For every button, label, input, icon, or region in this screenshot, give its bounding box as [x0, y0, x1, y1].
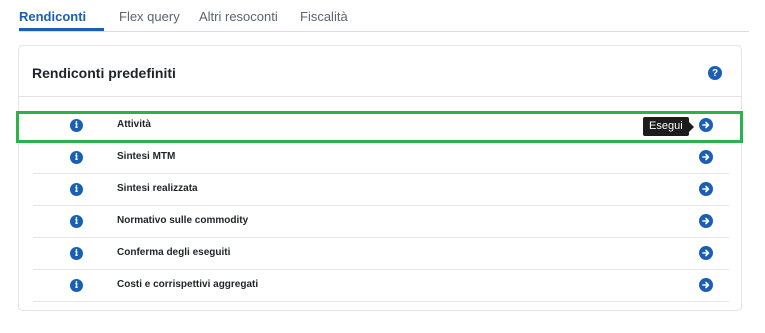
tab-flex-query[interactable]: Flex query [119, 9, 180, 24]
info-icon[interactable]: i [70, 151, 83, 164]
run-tooltip: Esegui [643, 117, 694, 136]
tab-altri-resoconti[interactable]: Altri resoconti [199, 9, 278, 24]
run-arrow-icon[interactable] [699, 182, 713, 196]
help-icon[interactable]: ? [708, 66, 722, 80]
info-icon[interactable]: i [70, 215, 83, 228]
run-arrow-icon[interactable] [699, 278, 713, 292]
statement-label: Costi e corrispettivi aggregati [117, 279, 259, 290]
active-tab-indicator [19, 28, 104, 31]
statement-label: Normativo sulle commodity [117, 215, 249, 226]
card-title: Rendiconti predefiniti [32, 65, 176, 81]
tab-bar: Rendiconti Flex query Altri resoconti Fi… [19, 0, 749, 32]
tab-fiscalita[interactable]: Fiscalità [300, 9, 348, 24]
row-highlight [16, 111, 743, 143]
run-arrow-icon[interactable] [699, 150, 713, 164]
info-icon[interactable]: i [70, 279, 83, 292]
list-item: i Sintesi realizzata [33, 174, 729, 206]
list-item: i Sintesi MTM [33, 142, 729, 174]
statement-label: Sintesi MTM [117, 151, 176, 162]
predefined-statements-card: Rendiconti predefiniti ? i Attività i Si… [18, 45, 742, 311]
info-icon[interactable]: i [70, 183, 83, 196]
list-item: i Normativo sulle commodity [33, 206, 729, 238]
statement-label: Sintesi realizzata [117, 183, 198, 194]
run-arrow-icon[interactable] [699, 214, 713, 228]
info-icon[interactable]: i [70, 247, 83, 260]
list-item: i Costi e corrispettivi aggregati [33, 270, 729, 302]
tab-rendiconti[interactable]: Rendiconti [19, 9, 86, 24]
run-arrow-icon[interactable] [699, 246, 713, 260]
statement-label: Conferma degli eseguiti [117, 247, 231, 258]
list-item: i Conferma degli eseguiti [33, 238, 729, 270]
divider [19, 96, 741, 97]
